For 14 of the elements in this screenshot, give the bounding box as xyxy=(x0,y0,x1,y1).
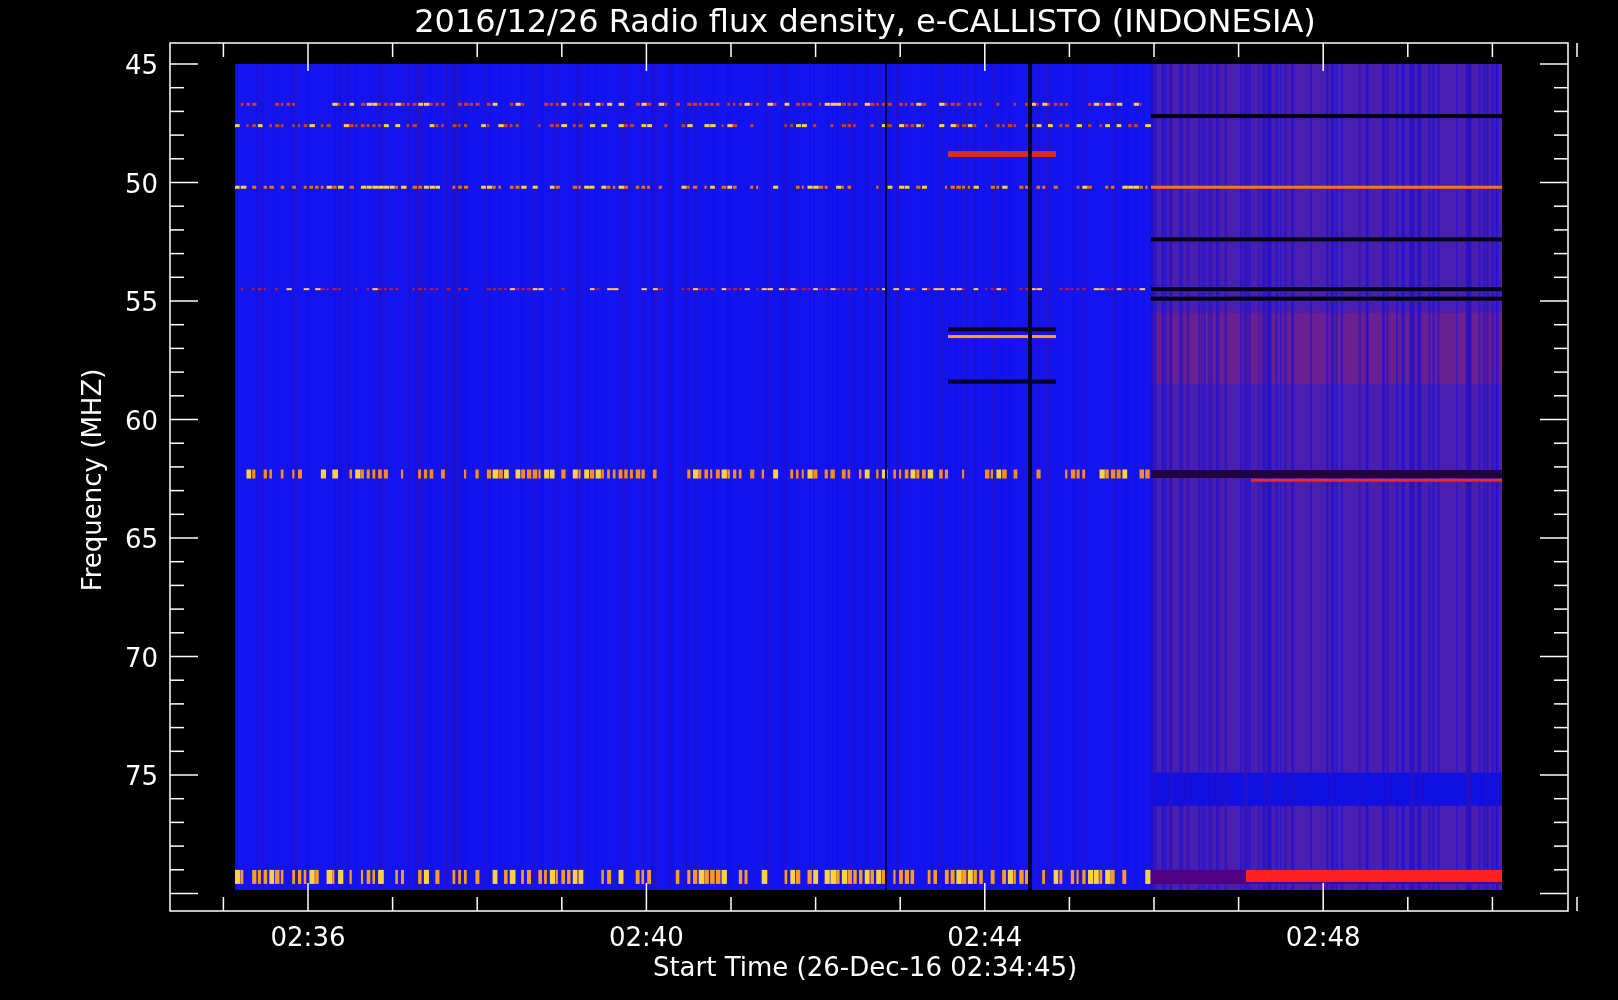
chart-title: 2016/12/26 Radio flux density, e-CALLISTO (INDONESIA) xyxy=(414,2,1316,40)
y-tick-label: 75 xyxy=(124,761,158,791)
y-tick-label: 50 xyxy=(124,168,158,199)
x-tick-label: 02:36 xyxy=(270,922,346,952)
y-tick-label: 60 xyxy=(124,405,158,436)
x-tick-label: 02:44 xyxy=(947,922,1023,952)
y-tick-label: 70 xyxy=(124,642,158,673)
y-tick-label: 55 xyxy=(124,287,158,317)
y-axis-label: Frequency (MHZ) xyxy=(77,368,107,592)
x-tick-label: 02:40 xyxy=(608,922,684,952)
x-tick-label: 02:48 xyxy=(1285,922,1361,952)
y-tick-label: 45 xyxy=(124,50,158,80)
y-tick-label: 65 xyxy=(124,524,158,554)
x-axis-label: Start Time (26-Dec-16 02:34:45) xyxy=(652,952,1078,982)
